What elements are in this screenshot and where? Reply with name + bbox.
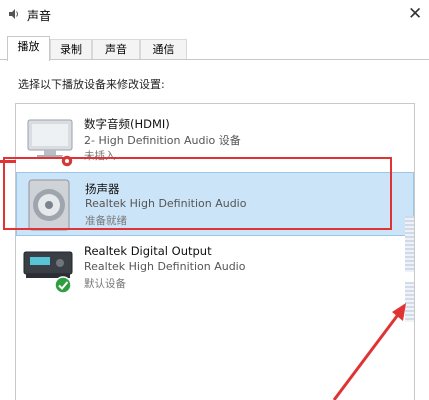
speaker-app-icon	[9, 9, 18, 19]
speaker-level-bars	[405, 216, 414, 272]
device-item-digital-output[interactable]: Realtek Digital Output Realtek High Defi…	[16, 236, 414, 300]
instruction-text: 选择以下播放设备来修改设置:	[18, 78, 165, 91]
device-status: 默认设备	[84, 278, 126, 290]
digital-output-level-bars	[405, 282, 414, 322]
volume-level-meter	[405, 104, 414, 400]
window-title: 声音	[27, 9, 52, 23]
annotation-highlight-box	[3, 157, 392, 230]
tab-strip: 播放 录制 声音 通信	[0, 36, 429, 61]
device-name: 数字音频(HDMI)	[84, 117, 170, 131]
tab-playback[interactable]: 播放	[7, 36, 50, 61]
device-description: Realtek High Definition Audio	[84, 260, 246, 273]
device-name: Realtek Digital Output	[84, 244, 212, 258]
tab-sounds[interactable]: 声音	[92, 39, 140, 60]
default-check-icon	[54, 276, 72, 294]
tab-recording[interactable]: 录制	[50, 39, 92, 60]
playback-panel: 选择以下播放设备来修改设置: 数字音频(HDMI) 2- High Defini…	[0, 60, 429, 400]
title-bar: 声音 ✕	[0, 0, 429, 30]
tab-communications[interactable]: 通信	[140, 39, 187, 60]
device-list[interactable]: 数字音频(HDMI) 2- High Definition Audio 设备 未…	[15, 103, 415, 400]
device-description: 2- High Definition Audio 设备	[84, 134, 241, 147]
close-icon[interactable]: ✕	[408, 4, 422, 24]
